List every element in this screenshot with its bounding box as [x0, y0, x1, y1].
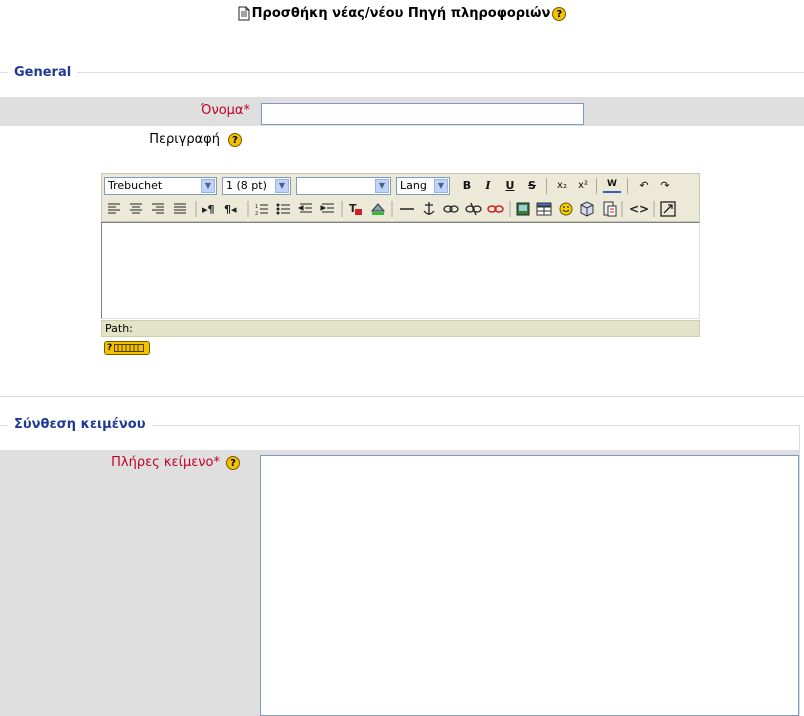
superscript-button[interactable]: x² [574, 177, 592, 195]
redo-button[interactable]: ↷ [656, 177, 674, 195]
smiley-icon[interactable] [559, 202, 573, 216]
clean-word-button[interactable]: W [603, 177, 621, 193]
fieldset-line-bottom-general [0, 396, 804, 397]
nolink-icon[interactable] [487, 205, 504, 213]
text-color-icon[interactable]: T [349, 202, 362, 215]
size-select-value: 1 (8 pt) [226, 179, 267, 192]
justify-icon[interactable] [174, 203, 186, 214]
editor-path-bar: Path: [101, 320, 700, 337]
size-select[interactable]: 1 (8 pt) ▼ [222, 177, 291, 195]
path-label: Path: [105, 322, 133, 335]
undo-button[interactable]: ↶ [635, 177, 653, 195]
paste-word-icon[interactable] [603, 201, 617, 217]
toolbar-separator [596, 178, 597, 194]
chevron-down-icon: ▼ [201, 179, 215, 193]
unlink-icon[interactable] [465, 202, 482, 216]
legend-composition: Σύνθεση κειμένου [8, 417, 152, 432]
document-icon [238, 6, 250, 21]
format-select[interactable]: ▼ [296, 177, 391, 195]
required-mark: * [243, 103, 251, 118]
svg-text:2: 2 [255, 211, 258, 217]
table-icon[interactable] [536, 202, 552, 216]
help-icon: ? [107, 343, 113, 353]
toolbar-separator [627, 178, 628, 194]
fieldset-line-general [0, 72, 804, 73]
font-select[interactable]: Trebuchet ▼ [104, 177, 217, 195]
legend-general: General [8, 65, 78, 80]
subscript-button[interactable]: x₂ [553, 177, 571, 195]
fulltext-label: Πλήρες κείμενο* [80, 455, 220, 470]
help-icon-fulltext[interactable]: ? [226, 456, 240, 470]
svg-text:1: 1 [255, 204, 258, 210]
ltr-icon[interactable]: ▸¶ [202, 203, 215, 216]
name-input[interactable] [261, 103, 584, 125]
bg-color-icon[interactable] [370, 203, 386, 215]
html-source-icon[interactable]: <> [629, 202, 649, 216]
indent-icon[interactable] [320, 203, 334, 213]
special-char-icon[interactable] [580, 201, 594, 217]
toolbar-separator [546, 178, 547, 194]
strikethrough-button[interactable]: S [523, 177, 541, 195]
anchor-icon[interactable] [423, 202, 435, 215]
required-mark: * [213, 455, 221, 470]
link-icon[interactable] [443, 205, 459, 213]
help-icon[interactable]: ? [552, 6, 567, 21]
name-label-text: Όνομα [200, 103, 244, 118]
chevron-down-icon: ▼ [275, 179, 289, 193]
fullscreen-icon[interactable] [660, 201, 676, 217]
page-title: Προσθήκη νέας/νέου Πηγή πληροφοριών ? [0, 6, 804, 21]
fulltext-label-text: Πλήρες κείμενο [111, 455, 214, 470]
ordered-list-icon[interactable]: 12 [255, 204, 268, 217]
chevron-down-icon: ▼ [375, 179, 389, 193]
chevron-down-icon: ▼ [434, 179, 448, 193]
image-icon[interactable] [516, 202, 530, 216]
align-right-icon[interactable] [152, 203, 164, 214]
help-icon-description[interactable]: ? [228, 133, 242, 147]
outdent-icon[interactable] [297, 203, 312, 213]
font-select-value: Trebuchet [108, 179, 163, 192]
editor-help-keyboard-button[interactable]: ? [104, 341, 150, 355]
fulltext-textarea[interactable] [260, 455, 799, 716]
lang-select-value: Lang [400, 179, 427, 192]
align-left-icon[interactable] [108, 203, 120, 214]
underline-button[interactable]: U [501, 177, 519, 195]
editor-toolbar: Trebuchet ▼ 1 (8 pt) ▼ ▼ Lang ▼ B I U S x₂ … [101, 173, 700, 222]
page-title-text: Προσθήκη νέας/νέου Πηγή πληροφοριών [251, 6, 551, 21]
fieldset-right-border [799, 425, 800, 716]
bold-button[interactable]: B [458, 177, 476, 195]
align-center-icon[interactable] [130, 203, 142, 214]
lang-select[interactable]: Lang ▼ [396, 177, 450, 195]
toolbar-row-2: ▸¶ ¶◂ 12 T <> [108, 201, 676, 217]
name-label: Όνομα* [150, 103, 250, 118]
italic-button[interactable]: I [479, 177, 497, 195]
editor-content-area[interactable] [101, 222, 700, 319]
unordered-list-icon[interactable] [276, 203, 290, 215]
description-label: Περιγραφή [149, 132, 220, 147]
keyboard-icon [114, 344, 145, 352]
rtl-icon[interactable]: ¶◂ [224, 203, 237, 216]
